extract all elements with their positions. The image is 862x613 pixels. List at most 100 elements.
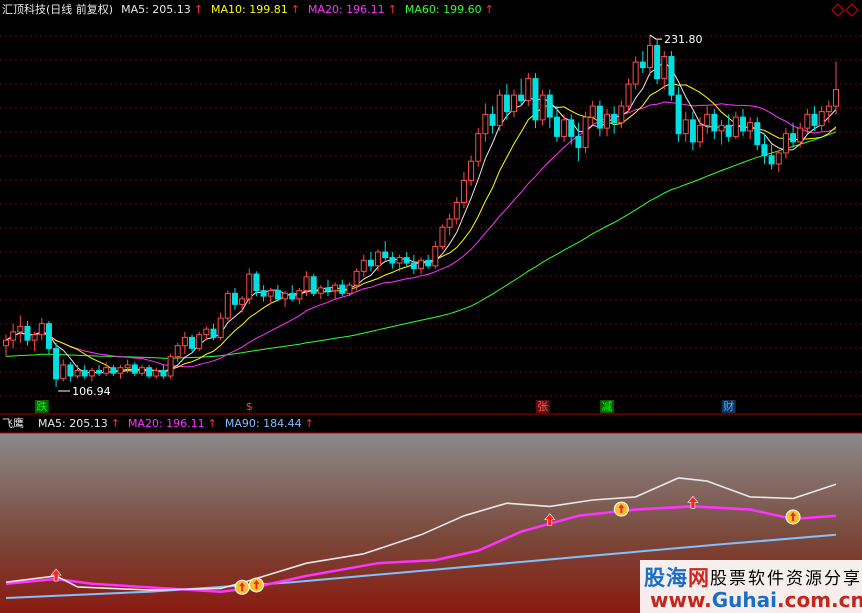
main-chart-area[interactable] xyxy=(0,0,862,413)
candle-up xyxy=(732,116,739,137)
candle-down xyxy=(289,292,296,300)
candle-up xyxy=(282,292,289,300)
up-arrow-icon: ↑ xyxy=(388,3,397,16)
candle-up xyxy=(196,334,203,349)
legend-item: MA20: 196.11 xyxy=(128,417,205,430)
candle-up xyxy=(239,298,246,305)
candle-down xyxy=(739,116,746,132)
candle-down xyxy=(210,328,217,338)
candle-down xyxy=(503,94,510,113)
candle-down xyxy=(532,78,539,121)
candle-up xyxy=(704,113,711,126)
candle-up xyxy=(217,317,224,338)
legend-item: MA60: 199.60 xyxy=(405,3,482,16)
candle-down xyxy=(410,262,417,270)
candle-down xyxy=(131,364,138,374)
legend-item: MA10: 199.81 xyxy=(211,3,288,16)
candle-up xyxy=(60,364,67,380)
candle-up xyxy=(525,78,532,102)
candle-down xyxy=(725,124,732,137)
candle-down xyxy=(811,113,818,126)
candle-up xyxy=(346,284,353,294)
candle-up xyxy=(17,325,24,333)
candle-down xyxy=(611,113,618,124)
event-marker-label[interactable]: 减 xyxy=(602,400,613,413)
candle-up xyxy=(818,111,825,126)
candle-up xyxy=(2,339,10,347)
candle-down xyxy=(310,276,317,294)
candle-up xyxy=(460,179,467,203)
candle-up xyxy=(825,105,832,113)
candle-up xyxy=(561,119,568,137)
candle-up xyxy=(604,113,611,129)
candle-up xyxy=(267,290,274,297)
candle-up xyxy=(167,356,174,377)
candle-down xyxy=(110,367,117,374)
candle-down xyxy=(639,61,646,69)
candle-down xyxy=(274,290,281,300)
up-arrow-icon: ↑ xyxy=(291,3,300,16)
candle-up xyxy=(511,94,518,113)
up-arrow-icon: ↑ xyxy=(194,3,203,16)
candle-down xyxy=(654,45,661,80)
candle-up xyxy=(88,369,95,377)
watermark-panel: 股海网 股票软件资源分享 www.Guhai.com.cn xyxy=(640,560,862,613)
candle-down xyxy=(668,56,675,96)
candle-down xyxy=(754,122,761,146)
candle-down xyxy=(568,119,575,137)
candle-down xyxy=(389,257,396,264)
candle-up xyxy=(496,94,503,126)
candle-up xyxy=(475,133,482,162)
candle-down xyxy=(689,119,696,143)
event-marker-label[interactable]: 张 xyxy=(537,400,548,413)
candle-up xyxy=(618,105,625,124)
candle-down xyxy=(160,369,167,377)
candle-up xyxy=(38,323,45,336)
candle-up xyxy=(804,113,811,129)
candle-up xyxy=(646,45,653,69)
candle-up xyxy=(303,276,310,292)
candle-up xyxy=(103,367,110,374)
candle-up xyxy=(797,127,804,143)
event-marker-label[interactable]: $ xyxy=(246,400,253,413)
candle-up xyxy=(446,218,453,228)
candle-down xyxy=(425,259,432,267)
event-marker-label[interactable]: 跌 xyxy=(36,399,47,413)
candle-up xyxy=(697,124,704,143)
candle-down xyxy=(146,367,153,377)
candle-up xyxy=(782,133,789,154)
candle-up xyxy=(582,116,589,148)
legend-item: MA5: 205.13 xyxy=(38,417,108,430)
candle-down xyxy=(24,325,31,341)
candle-down xyxy=(553,116,560,137)
candle-down xyxy=(253,273,260,292)
candle-up xyxy=(539,94,546,121)
candle-up xyxy=(353,270,360,286)
candle-up xyxy=(482,113,489,135)
candle-up xyxy=(775,152,782,165)
stock-chart-window[interactable]: 231.80 106.94 跌 $ 张 减 财 汇顶科技(日线 前复权) MA5: 20… xyxy=(0,0,862,613)
candle-up xyxy=(396,257,403,264)
candle-up xyxy=(10,331,17,341)
candle-up xyxy=(661,56,668,80)
candle-down xyxy=(260,290,267,297)
candle-up xyxy=(246,273,253,300)
candle-up xyxy=(417,259,425,270)
candle-down xyxy=(81,369,88,377)
candle-up xyxy=(332,284,339,292)
candle-down xyxy=(403,257,410,264)
candle-down xyxy=(96,369,103,374)
indicator-title: 飞鹰 xyxy=(2,416,24,430)
candle-up xyxy=(589,105,596,118)
candle-up xyxy=(468,160,475,181)
candle-down xyxy=(761,144,768,157)
candle-down xyxy=(575,135,582,148)
event-marker-label[interactable]: 财 xyxy=(723,399,734,413)
candle-up xyxy=(74,369,81,377)
candle-up xyxy=(124,364,131,369)
candle-down xyxy=(382,251,389,259)
candle-down xyxy=(189,336,196,349)
watermark-url: www.Guhai.com.cn xyxy=(650,588,862,612)
candle-down xyxy=(367,259,374,267)
candle-up xyxy=(625,83,632,107)
